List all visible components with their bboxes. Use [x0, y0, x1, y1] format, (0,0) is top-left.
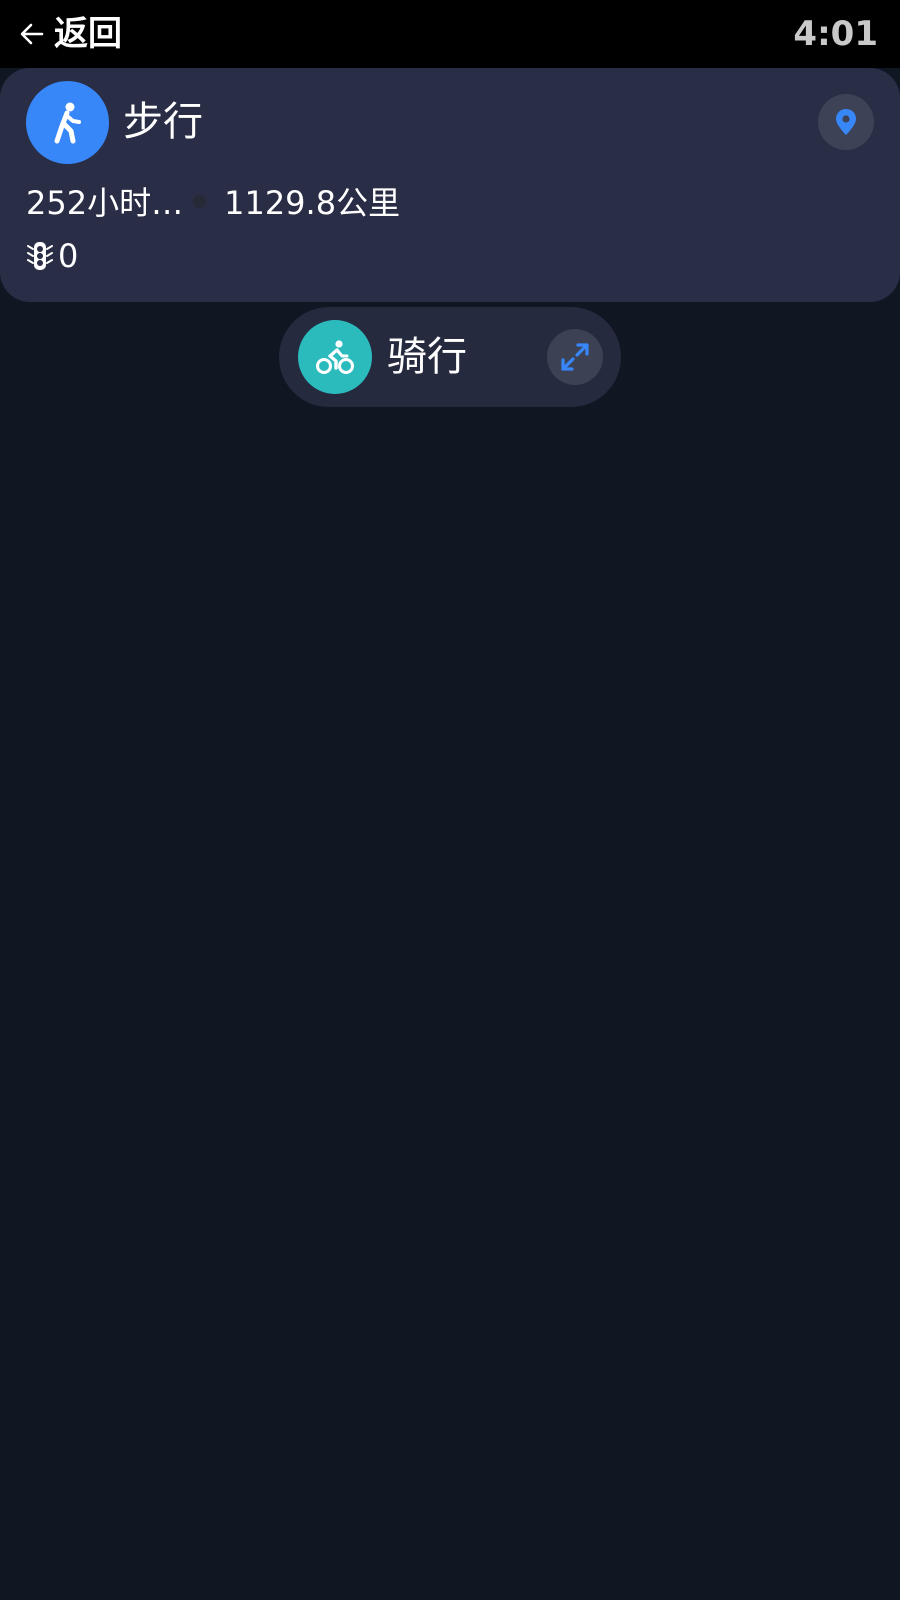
walk-duration: 252小时…: [26, 184, 184, 222]
ride-mode-pill[interactable]: 骑行: [279, 307, 621, 407]
traffic-light-icon: [27, 242, 53, 270]
walk-distance: 1129.8公里: [224, 184, 401, 222]
walk-route-card[interactable]: 步行 252小时… 1129.8公里 0: [0, 68, 900, 302]
back-label: 返回: [54, 14, 122, 54]
cyclist-icon: [298, 320, 372, 394]
back-button[interactable]: 返回: [18, 12, 122, 56]
expand-button[interactable]: [547, 329, 603, 385]
back-arrow-icon: [20, 23, 44, 45]
walk-mode-label: 步行: [123, 99, 203, 145]
location-pin-icon: [836, 109, 856, 135]
traffic-light-count: 0: [26, 234, 78, 278]
traffic-light-value: 0: [58, 237, 79, 275]
location-button[interactable]: [818, 94, 874, 150]
walking-person-icon: [26, 81, 109, 164]
separator-dot: [193, 194, 207, 208]
status-time: 4:01: [793, 14, 878, 54]
route-metrics: 252小时… 1129.8公里: [26, 178, 400, 224]
status-bar: 返回 4:01: [0, 0, 900, 68]
expand-icon: [561, 343, 589, 371]
ride-mode-label: 骑行: [387, 334, 467, 380]
